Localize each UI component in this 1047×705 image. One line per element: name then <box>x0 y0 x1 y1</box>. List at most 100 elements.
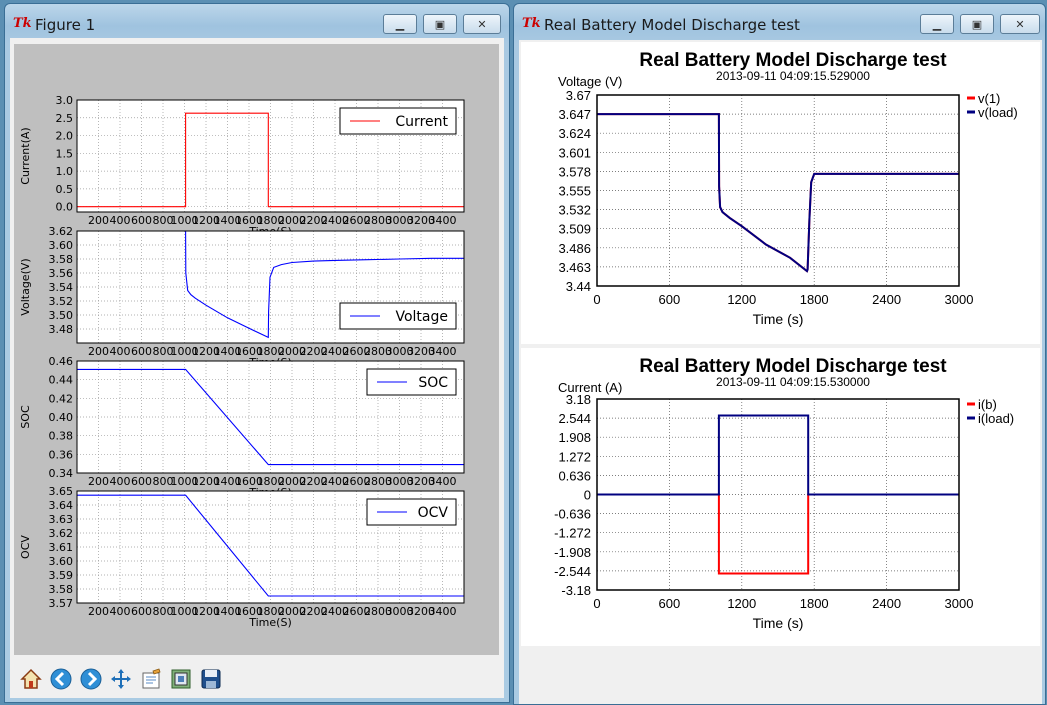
ocv-xtick-label: 600 <box>131 605 152 618</box>
current_test-ytick-label: 1.908 <box>558 430 591 445</box>
voltage_test-ytick-label: 3.624 <box>558 126 591 141</box>
voltage_test-subtitle: 2013-09-11 04:09:15.529000 <box>716 69 870 83</box>
voltage-legend-label: Voltage <box>395 309 448 325</box>
soc-xtick-label: 200 <box>88 475 109 488</box>
svg-text:Tk: Tk <box>13 16 32 29</box>
voltage-xtick-label: 200 <box>88 345 109 358</box>
current_test-ytick-label: -1.272 <box>554 526 591 541</box>
current-test-plot: Real Battery Model Discharge test2013-09… <box>554 356 1014 631</box>
voltage_test-xtick-label: 3000 <box>945 292 974 307</box>
save-icon <box>201 669 220 688</box>
battery-test-window[interactable]: Tk Real Battery Model Discharge test ▁ ▣… <box>513 3 1046 705</box>
soc-xtick-label: 600 <box>131 475 152 488</box>
pan-icon <box>110 668 131 689</box>
voltage_test-ylabel: Voltage (V) <box>558 74 622 89</box>
voltage-ytick-label: 3.54 <box>49 281 74 294</box>
forward-icon <box>80 668 101 689</box>
voltage_test-xtick-label: 1200 <box>727 292 756 307</box>
current_test-xtick-label: 600 <box>659 596 681 611</box>
figure1-window[interactable]: Tk Figure 1 ▁ ▣ ✕ 200 400 600 800 1000 1200 14… <box>4 3 510 703</box>
current_test-legend-label: i(load) <box>978 411 1014 426</box>
voltage_test-ytick-label: 3.67 <box>566 88 591 103</box>
back-icon <box>50 668 71 689</box>
close-button[interactable]: ✕ <box>1000 14 1040 34</box>
voltage-test-panel: Real Battery Model Discharge test 2013-09… <box>521 42 1040 344</box>
battery-test-client: Real Battery Model Discharge test 2013-09… <box>519 40 1042 704</box>
ocv-ylabel: OCV <box>19 535 32 559</box>
voltage-xtick-label: 400 <box>110 345 131 358</box>
current_test-ytick-label: -3.18 <box>561 583 591 598</box>
battery-test-title: Real Battery Model Discharge test <box>544 16 800 34</box>
voltage_test-xlabel: Time (s) <box>753 311 804 327</box>
current_test-ytick-label: 2.544 <box>558 411 591 426</box>
current-test-panel: Real Battery Model Discharge test 2013-09… <box>521 348 1040 646</box>
voltage-ylabel: Voltage(V) <box>19 258 32 315</box>
soc-ytick-label: 0.46 <box>49 355 74 368</box>
current_test-ytick-label: -2.544 <box>554 564 591 579</box>
soc-xtick-label: 400 <box>110 475 131 488</box>
minimize-button[interactable]: ▁ <box>920 14 954 34</box>
maximize-button[interactable]: ▣ <box>960 14 994 34</box>
ocv-ytick-label: 3.60 <box>49 555 74 568</box>
maximize-icon: ▣ <box>971 17 983 31</box>
voltage_test-ytick-label: 3.601 <box>558 145 591 160</box>
ocv-ytick-label: 3.58 <box>49 583 74 596</box>
current-ytick-label: 3.0 <box>56 94 74 107</box>
current_test-ytick-label: -1.908 <box>554 545 591 560</box>
ocv-ytick-label: 3.62 <box>49 527 74 540</box>
ocv-ytick-label: 3.59 <box>49 569 74 582</box>
home-button[interactable] <box>16 664 45 693</box>
tk-logo-icon: Tk <box>13 16 32 29</box>
voltage-ytick-label: 3.52 <box>49 295 74 308</box>
current_test-xtick-label: 3000 <box>945 596 974 611</box>
forward-button[interactable] <box>76 664 105 693</box>
subplots-button[interactable] <box>136 664 165 693</box>
close-button[interactable]: ✕ <box>463 14 501 34</box>
soc-ytick-label: 0.40 <box>49 411 74 424</box>
ocv-xlabel: Time(S) <box>248 616 292 629</box>
current-ytick-label: 0.5 <box>56 183 74 196</box>
current_test-ytick-label: 1.272 <box>558 449 591 464</box>
ocv-xtick-label: 3400 <box>429 605 457 618</box>
minimize-icon: ▁ <box>932 17 942 31</box>
ocv-ytick-label: 3.57 <box>49 597 74 610</box>
ocv-ytick-label: 3.64 <box>49 499 74 512</box>
minimize-button[interactable]: ▁ <box>383 14 417 34</box>
pan-button[interactable] <box>106 664 135 693</box>
close-icon: ✕ <box>1015 17 1025 31</box>
current-xtick-label: 400 <box>110 214 131 227</box>
figure1-titlebar[interactable]: Tk Figure 1 ▁ ▣ ✕ <box>5 4 509 38</box>
current_test-ytick-label: 0 <box>584 488 591 503</box>
current_test-ytick-label: 0.636 <box>558 468 591 483</box>
voltage_test-ytick-label: 3.44 <box>566 279 591 294</box>
current_test-series-line <box>597 414 959 496</box>
minimize-icon: ▁ <box>395 17 405 31</box>
voltage-ytick-label: 3.50 <box>49 309 74 322</box>
current_test-ytick-label: 3.18 <box>566 392 591 407</box>
current_test-xtick-label: 1200 <box>727 596 756 611</box>
maximize-icon: ▣ <box>434 17 446 31</box>
back-button[interactable] <box>46 664 75 693</box>
voltage_test-ytick-label: 3.532 <box>558 203 591 218</box>
current-ytick-label: 2.5 <box>56 112 74 125</box>
soc-ytick-label: 0.34 <box>49 467 74 480</box>
voltage_test-title: Real Battery Model Discharge test <box>639 50 947 71</box>
voltage-ytick-label: 3.56 <box>49 267 74 280</box>
maximize-button[interactable]: ▣ <box>423 14 457 34</box>
ocv-ytick-label: 3.63 <box>49 513 74 526</box>
current-ylabel: Current(A) <box>19 127 32 184</box>
zoom-rect-button[interactable] <box>166 664 195 693</box>
voltage-test-plot: Real Battery Model Discharge test2013-09… <box>558 50 1018 327</box>
current-xtick-label: 200 <box>88 214 109 227</box>
voltage_test-legend-label: v(load) <box>978 105 1018 120</box>
voltage_test-ytick-label: 3.486 <box>558 241 591 256</box>
save-button[interactable] <box>196 664 225 693</box>
soc-ytick-label: 0.36 <box>49 448 74 461</box>
current-ytick-label: 0.0 <box>56 201 74 214</box>
ocv-ytick-label: 3.61 <box>49 541 74 554</box>
voltage_test-ytick-label: 3.555 <box>558 184 591 199</box>
current-legend-label: Current <box>395 114 448 130</box>
subplots-icon <box>142 667 161 688</box>
battery-test-titlebar[interactable]: Tk Real Battery Model Discharge test ▁ ▣… <box>514 4 1045 38</box>
current-ytick-label: 2.0 <box>56 130 74 143</box>
